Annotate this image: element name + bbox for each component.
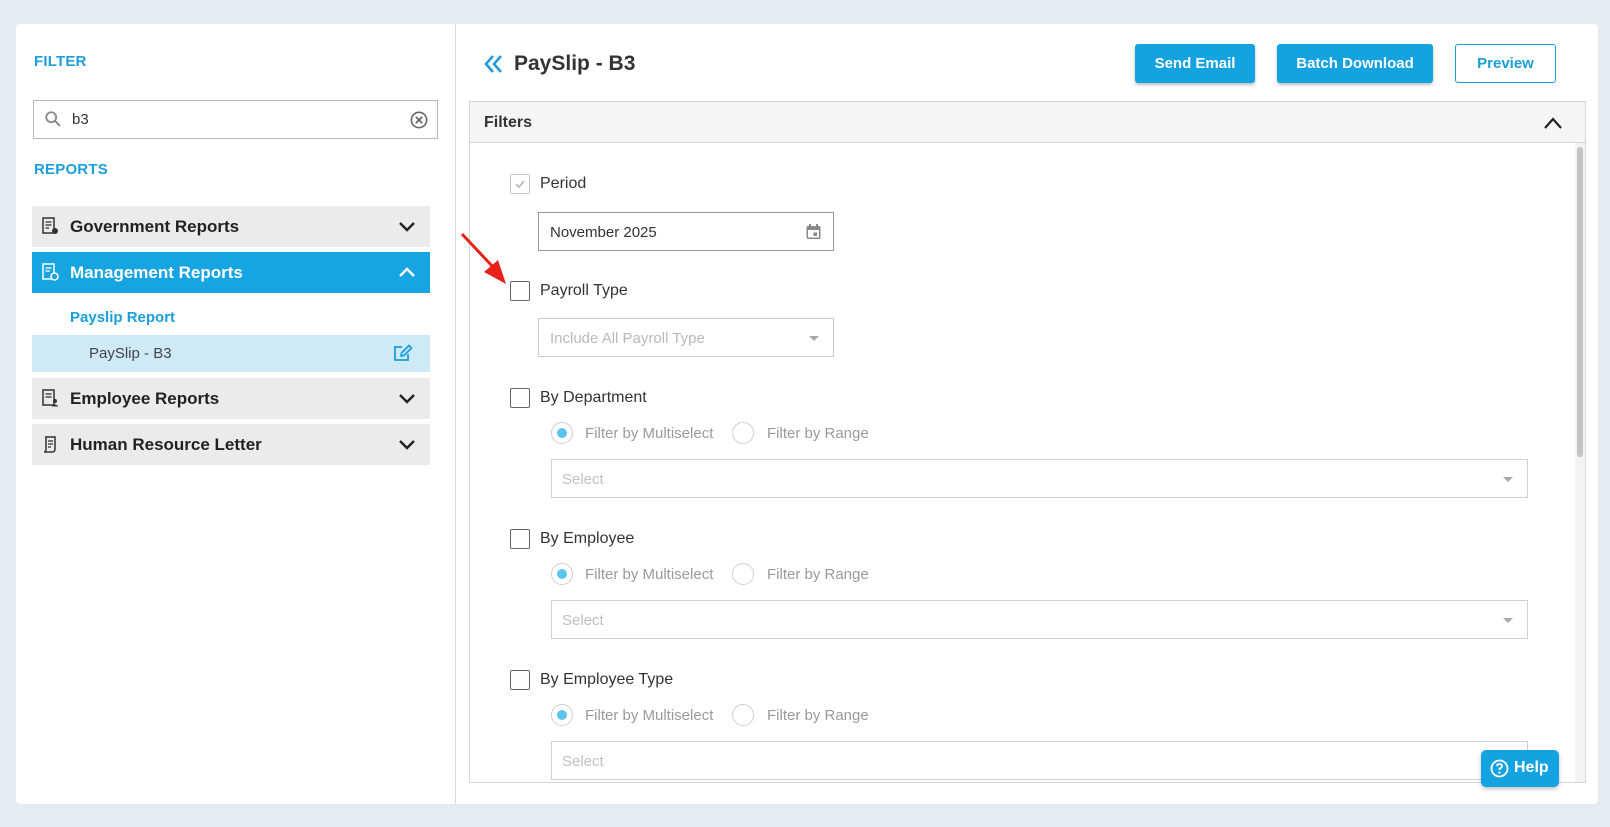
filters-title: Filters: [484, 114, 533, 131]
send-email-button[interactable]: Send Email: [1135, 44, 1255, 83]
report-settings-icon: [42, 263, 59, 281]
dropdown-caret-icon: [1503, 618, 1513, 623]
letter-scroll-icon: [43, 436, 56, 453]
employee-type-multiselect-radio[interactable]: [551, 704, 573, 726]
search-icon: [45, 111, 61, 127]
batch-download-button[interactable]: Batch Download: [1277, 44, 1433, 83]
dropdown-caret-icon: [1503, 477, 1513, 482]
filters-panel: Filters Period November 2025 Payroll Typ…: [469, 101, 1586, 783]
chevron-down-icon: [399, 440, 415, 450]
payroll-type-select[interactable]: Include All Payroll Type: [538, 318, 834, 357]
group-employee-reports[interactable]: Employee Reports: [32, 378, 430, 419]
by-employee-checkbox[interactable]: [510, 529, 530, 549]
radio-label: Filter by Range: [767, 707, 869, 724]
select-placeholder: Select: [562, 471, 604, 488]
employee-type-range-radio[interactable]: [732, 704, 754, 726]
group-label: Management Reports: [70, 263, 243, 282]
period-label: Period: [540, 175, 587, 192]
main-card: FILTER b3 REPORTS Government Reports Man…: [16, 24, 1598, 804]
checkmark-icon: [515, 180, 525, 189]
payroll-type-placeholder: Include All Payroll Type: [550, 330, 705, 347]
filters-scrollbar[interactable]: [1575, 143, 1585, 782]
radio-label: Filter by Multiselect: [585, 707, 714, 724]
select-placeholder: Select: [562, 753, 604, 770]
employee-range-radio[interactable]: [732, 563, 754, 585]
by-employee-type-checkbox[interactable]: [510, 670, 530, 690]
department-select[interactable]: Select: [551, 459, 1528, 498]
question-circle-icon: [1490, 759, 1509, 778]
search-value: b3: [72, 111, 89, 128]
chevron-up-icon: [399, 267, 415, 277]
reports-title: REPORTS: [34, 161, 108, 178]
period-date-input[interactable]: November 2025: [538, 212, 834, 251]
report-document-icon: [42, 217, 58, 234]
edit-icon[interactable]: [393, 344, 413, 363]
by-department-label: By Department: [540, 389, 647, 406]
group-label: Government Reports: [70, 217, 240, 236]
search-input[interactable]: b3: [33, 100, 438, 139]
by-employee-label: By Employee: [540, 530, 635, 547]
employee-multiselect-radio[interactable]: [551, 563, 573, 585]
report-item-payslip-b3[interactable]: PaySlip - B3: [32, 335, 430, 372]
help-label: Help: [1514, 759, 1549, 776]
chevron-down-icon: [399, 394, 415, 404]
by-department-checkbox[interactable]: [510, 388, 530, 408]
filter-title: FILTER: [34, 53, 87, 70]
scrollbar-thumb[interactable]: [1577, 147, 1583, 457]
annotation-arrow-icon: [460, 232, 506, 284]
chevron-down-icon: [399, 222, 415, 232]
sidebar: FILTER b3 REPORTS Government Reports Man…: [16, 24, 456, 804]
department-range-radio[interactable]: [732, 422, 754, 444]
period-value: November 2025: [550, 224, 657, 241]
period-checkbox[interactable]: [510, 174, 530, 194]
employee-select[interactable]: Select: [551, 600, 1528, 639]
calendar-icon[interactable]: [805, 223, 822, 240]
employee-type-select[interactable]: Select: [551, 741, 1528, 780]
radio-label: Filter by Range: [767, 566, 869, 583]
filters-header[interactable]: Filters: [470, 102, 1585, 143]
page-title: PaySlip - B3: [514, 52, 636, 75]
employee-report-icon: [42, 389, 59, 407]
collapse-chevron-up-icon[interactable]: [1543, 116, 1563, 130]
payroll-type-label: Payroll Type: [540, 282, 628, 299]
group-label: Human Resource Letter: [70, 435, 262, 454]
group-government-reports[interactable]: Government Reports: [32, 206, 430, 247]
group-label: Employee Reports: [70, 389, 220, 408]
back-double-chevron-icon[interactable]: [483, 54, 505, 74]
preview-button[interactable]: Preview: [1455, 44, 1556, 83]
report-item-label: PaySlip - B3: [89, 345, 172, 362]
radio-label: Filter by Multiselect: [585, 566, 714, 583]
radio-label: Filter by Range: [767, 425, 869, 442]
group-management-reports[interactable]: Management Reports: [32, 252, 430, 293]
department-multiselect-radio[interactable]: [551, 422, 573, 444]
radio-label: Filter by Multiselect: [585, 425, 714, 442]
clear-search-icon[interactable]: [410, 111, 428, 129]
help-button[interactable]: Help: [1481, 750, 1559, 787]
subgroup-payslip-report[interactable]: Payslip Report: [70, 309, 175, 326]
select-placeholder: Select: [562, 612, 604, 629]
by-employee-type-label: By Employee Type: [540, 671, 674, 688]
dropdown-caret-icon: [809, 336, 819, 341]
main-content: PaySlip - B3 Send Email Batch Download P…: [457, 24, 1598, 804]
group-human-resource-letter[interactable]: Human Resource Letter: [32, 424, 430, 465]
